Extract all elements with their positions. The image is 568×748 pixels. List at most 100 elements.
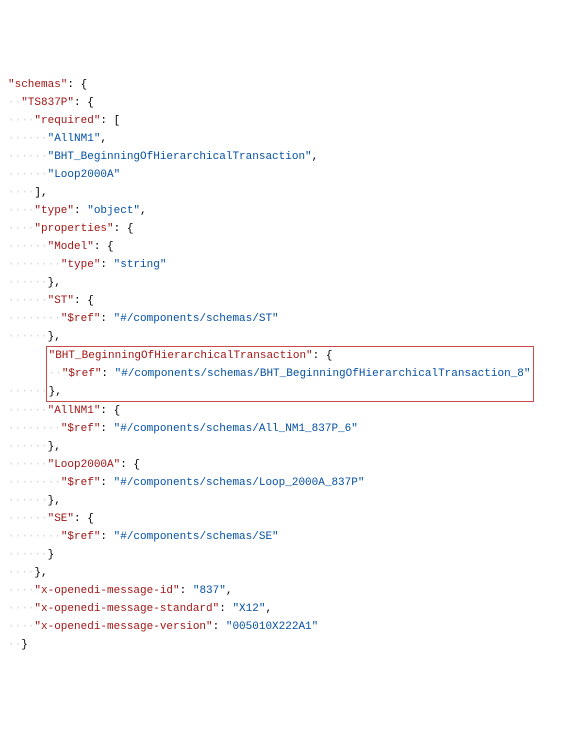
code-line: ······}, [8,328,560,346]
code-line: "schemas": { [8,76,560,94]
code-line: ······"SE": { [8,510,560,528]
indent-guide: ······ [8,133,48,145]
indent-guide: ···· [8,585,34,597]
code-line: ········"$ref": "#/components/schemas/Al… [8,420,560,438]
json-punct: , [226,585,233,597]
indent-guide: ···· [8,187,34,199]
json-punct: }, [48,441,61,453]
code-line: ······"BHT_BeginningOfHierarchicalTransa… [8,148,560,166]
json-key: "$ref" [61,477,101,489]
json-punct: : [100,423,113,435]
json-snippet: "schemas": {··"TS837P": {····"required":… [8,76,560,654]
json-punct: : [180,585,193,597]
json-punct: : { [100,405,120,417]
code-line: ····"x-openedi-message-id": "837", [8,582,560,600]
indent-guide: ······ [8,151,48,163]
json-key: "required" [34,115,100,127]
json-punct: : [219,603,232,615]
indent-guide: ······ [8,169,48,181]
json-punct: : { [114,223,134,235]
json-key: "x-openedi-message-version" [34,621,212,633]
json-key: "type" [61,259,101,271]
code-line: ········"$ref": "#/components/schemas/ST… [8,310,560,328]
json-string: "005010X222A1" [226,621,318,633]
code-line: ····"type": "object", [8,202,560,220]
json-punct: : [100,259,113,271]
code-line: }, [49,383,531,401]
code-line: ······} [8,546,560,564]
json-key: "x-openedi-message-id" [34,585,179,597]
json-key: "x-openedi-message-standard" [34,603,219,615]
json-punct: } [48,549,55,561]
code-line: ········"type": "string" [8,256,560,274]
json-string: "#/components/schemas/SE" [114,531,279,543]
indent-guide: ········ [8,531,61,543]
json-key: "properties" [34,223,113,235]
indent-guide: ······ [8,441,48,453]
indent-guide: ······ [8,405,48,417]
indent-guide: ·· [8,97,21,109]
indent-guide: ···· [8,621,34,633]
indent-guide: ······ [8,513,48,525]
json-punct: : { [313,350,333,362]
json-key: "Loop2000A" [48,459,121,471]
indent-guide: ······ [8,295,48,307]
code-line: ······}, [8,492,560,510]
indent-guide: ······ [8,459,48,471]
json-punct: : [213,621,226,633]
json-key: "TS837P" [21,97,74,109]
indent-guide: ······ [8,549,48,561]
indent-guide: ···· [8,115,34,127]
indent-guide: ······ [8,495,48,507]
code-line: ········"$ref": "#/components/schemas/Lo… [8,474,560,492]
code-line: ······"Loop2000A": { [8,456,560,474]
json-string: "BHT_BeginningOfHierarchicalTransaction" [48,151,312,163]
json-key: "$ref" [61,423,101,435]
json-punct: }, [34,567,47,579]
json-key: "$ref" [61,313,101,325]
json-punct: , [140,205,147,217]
indent-guide: ·· [8,639,21,651]
json-key: "SE" [48,513,74,525]
json-string: "AllNM1" [48,133,101,145]
code-line: ······"AllNM1": { [8,402,560,420]
code-line: ····"properties": { [8,220,560,238]
json-key: "AllNM1" [48,405,101,417]
json-string: "837" [193,585,226,597]
json-punct: : { [67,79,87,91]
code-line: "BHT_BeginningOfHierarchicalTransaction"… [49,347,531,365]
json-string: "X12" [232,603,265,615]
code-line: ······}, [8,274,560,292]
json-punct: : { [94,241,114,253]
json-punct: }, [48,495,61,507]
indent-guide: ········ [8,313,61,325]
json-string: "Loop2000A" [48,169,121,181]
json-punct: : { [74,97,94,109]
json-string: "#/components/schemas/All_NM1_837P_6" [114,423,358,435]
json-punct: , [100,133,107,145]
code-line: ······}, [8,438,560,456]
json-key: "schemas" [8,79,67,91]
json-punct: : { [120,459,140,471]
code-line: ··"$ref": "#/components/schemas/BHT_Begi… [49,365,531,383]
json-punct: : [74,205,87,217]
json-string: "#/components/schemas/Loop_2000A_837P" [114,477,365,489]
json-punct: : [100,531,113,543]
json-key: "ST" [48,295,74,307]
code-line: ······"Model": { [8,238,560,256]
indent-guide: ······ [8,386,48,398]
indent-guide: ···· [8,223,34,235]
json-punct: } [21,639,28,651]
json-punct: }, [48,277,61,289]
code-line: ····}, [8,564,560,582]
json-key: "BHT_BeginningOfHierarchicalTransaction" [49,350,313,362]
code-line: ····], [8,184,560,202]
indent-guide: ···· [8,205,34,217]
json-punct: }, [48,331,61,343]
indent-guide: ···· [8,603,34,615]
code-line: ······"ST": { [8,292,560,310]
code-line: ······"AllNM1", [8,130,560,148]
code-line: ····"required": [ [8,112,560,130]
json-punct: ], [34,187,47,199]
json-string: "#/components/schemas/ST" [114,313,279,325]
